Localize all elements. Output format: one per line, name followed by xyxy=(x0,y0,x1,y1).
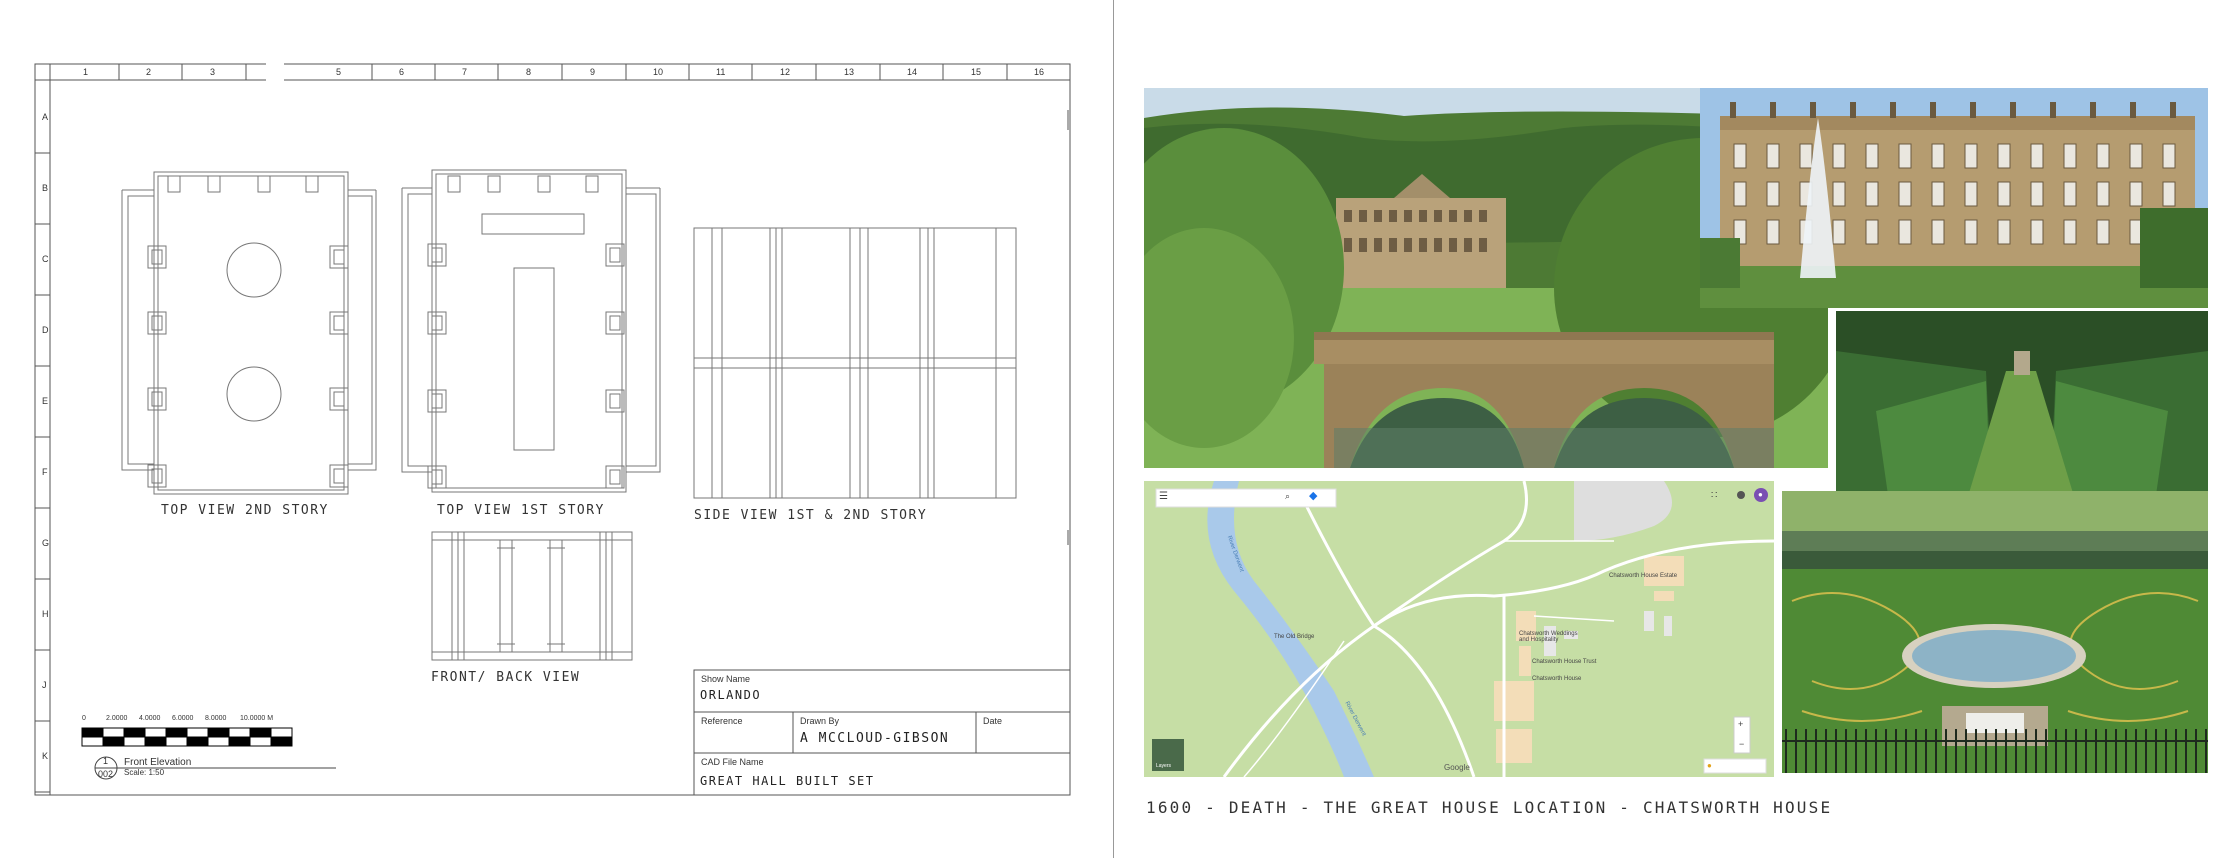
ruler-column-label: 13 xyxy=(844,67,855,77)
show-name-label: Show Name xyxy=(701,674,751,684)
map-menu-icon[interactable]: ☰ xyxy=(1159,491,1168,502)
ruler-row-label: B xyxy=(42,183,49,193)
cad-file-label: CAD File Name xyxy=(701,757,764,767)
ruler-row-label: A xyxy=(42,112,49,122)
ruler-column-label: 14 xyxy=(907,67,918,77)
scale-bar-tick: 8.0000 xyxy=(205,715,227,722)
map-place-old-bridge[interactable]: The Old Bridge xyxy=(1274,634,1314,640)
ruler-column-label: 9 xyxy=(590,67,596,77)
map-place-chatsworth-house[interactable]: Chatsworth House xyxy=(1532,676,1581,682)
scale-bar-tick: 10.0000 M xyxy=(240,715,274,722)
map-place-chatsworth-estate[interactable]: Chatsworth House Estate xyxy=(1609,573,1677,579)
ruler-column-label: 8 xyxy=(526,67,532,77)
map-search-icon[interactable]: ⌕ xyxy=(1285,491,1290,502)
drawn-by-value: A MCCLOUD-GIBSON xyxy=(800,731,950,746)
ruler-column-label: 10 xyxy=(653,67,664,77)
label-top-view-1st-story: TOP VIEW 1ST STORY xyxy=(437,503,605,518)
cad-file-value: GREAT HALL BUILT SET xyxy=(700,774,875,788)
ruler-column-label: 15 xyxy=(971,67,982,77)
ruler-column-label: 6 xyxy=(399,67,405,77)
ruler-row-label: F xyxy=(42,467,48,477)
ruler-row-label: C xyxy=(42,254,49,264)
ruler-row-label: G xyxy=(42,538,50,548)
map-place-house-trust[interactable]: Chatsworth House Trust xyxy=(1532,659,1596,665)
elevation-tag-sheet: 002 xyxy=(98,769,114,779)
map-layers-button[interactable]: Layers xyxy=(1156,763,1171,769)
ruler-row-label: D xyxy=(42,325,49,335)
ruler-column-label: 7 xyxy=(462,67,468,77)
ruler-column-label: 5 xyxy=(336,67,342,77)
collage-caption: 1600 - DEATH - THE GREAT HOUSE LOCATION … xyxy=(1146,798,1833,817)
map-pegman-icon[interactable]: ● xyxy=(1707,761,1712,770)
map-chatsworth-location[interactable]: ☰ ⌕ ◆ ∷ ● Chatsworth House Estate Chatsw… xyxy=(1144,481,1774,777)
ruler-column-label: 12 xyxy=(780,67,791,77)
scale-bar-tick: 6.0000 xyxy=(172,715,194,722)
elevation-tag-number: 1 xyxy=(103,756,109,766)
date-label: Date xyxy=(983,716,1003,726)
map-google-logo: Google xyxy=(1444,763,1470,772)
front-back-view-elevation xyxy=(431,531,633,661)
drawn-by-label: Drawn By xyxy=(800,716,840,726)
map-apps-icon[interactable]: ∷ xyxy=(1711,490,1717,501)
ruler-row-label: J xyxy=(42,680,47,690)
top-view-1st-story-plan xyxy=(401,169,661,493)
show-name-value: ORLANDO xyxy=(700,688,762,702)
photo-garden-parterre-pond xyxy=(1782,491,2208,773)
ruler-row-label: H xyxy=(42,609,49,619)
map-zoom-in-icon[interactable]: + xyxy=(1738,719,1743,729)
ruler-column-label: 2 xyxy=(146,67,152,77)
map-zoom-out-icon[interactable]: − xyxy=(1739,739,1744,749)
reference-label: Reference xyxy=(701,716,743,726)
ruler-row-label: K xyxy=(42,751,49,761)
map-account-icon[interactable]: ● xyxy=(1758,490,1763,499)
label-side-view: SIDE VIEW 1ST & 2ND STORY xyxy=(694,508,928,523)
ruler-row-label: E xyxy=(42,396,49,406)
map-directions-icon[interactable]: ◆ xyxy=(1309,489,1317,502)
scale-bar-tick: 2.0000 xyxy=(106,715,128,722)
top-view-2nd-story-plan xyxy=(121,171,377,495)
ruler-column-label: 3 xyxy=(210,67,216,77)
ruler-column-label: 1 xyxy=(83,67,89,77)
photo-chatsworth-facade-fountain xyxy=(1700,88,2208,308)
side-view-elevation xyxy=(693,227,1017,499)
elevation-tag-title: Front Elevation xyxy=(124,757,192,768)
ruler-column-label: 16 xyxy=(1034,67,1045,77)
map-place-weddings[interactable]: Chatsworth Weddings and Hospitality xyxy=(1519,631,1589,643)
label-top-view-2nd-story: TOP VIEW 2ND STORY xyxy=(161,503,329,518)
elevation-tag-scale: Scale: 1:50 xyxy=(124,768,165,777)
scale-bar-tick: 4.0000 xyxy=(139,715,161,722)
label-front-back-view: FRONT/ BACK VIEW xyxy=(431,670,581,685)
scale-bar xyxy=(81,727,293,747)
scale-bar-tick: 0 xyxy=(82,715,86,722)
ruler-column-label: 11 xyxy=(716,67,726,77)
